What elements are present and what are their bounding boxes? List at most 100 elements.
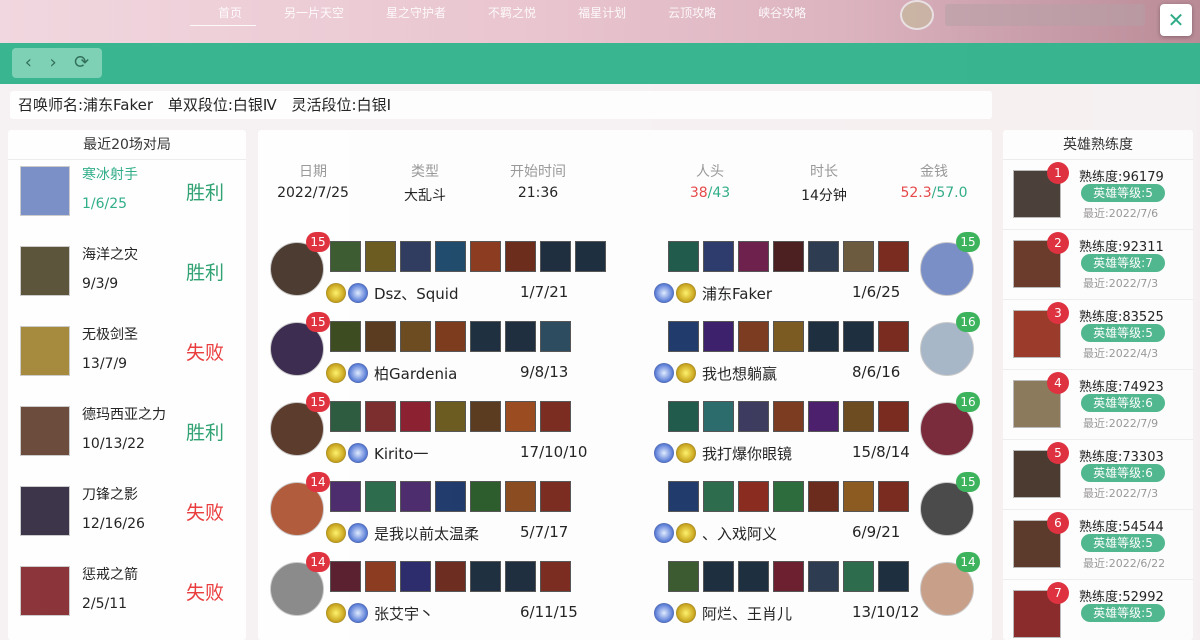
mastery-points: 熟练度:83525 [1079, 310, 1164, 325]
recent-match-item[interactable]: 无极剑圣 13/7/9 失败 [8, 320, 246, 400]
champion-avatar-icon [20, 246, 70, 296]
recent-match-item[interactable]: 寒冰射手 1/6/25 胜利 [8, 160, 246, 240]
mastery-item[interactable]: 2 熟练度:92311 英雄等级:7 最近:2022/7/3 [1003, 230, 1193, 300]
item-slots [668, 561, 909, 592]
player-row[interactable]: 14 阿烂、王肖儿 13/10/12 [654, 552, 986, 632]
snowball-spell-icon [348, 443, 368, 463]
flash-spell-icon [676, 443, 696, 463]
mastery-item[interactable]: 4 熟练度:74923 英雄等级:6 最近:2022/7/9 [1003, 370, 1193, 440]
player-row[interactable]: 15 Kirito一 17/10/10 [270, 392, 600, 472]
item-icon [540, 321, 571, 352]
item-icon [738, 401, 769, 432]
player-name[interactable]: 、入戏阿义 [702, 523, 777, 544]
item-slots [330, 241, 606, 272]
toolbar: ‹ › ⟳ [0, 43, 1200, 84]
item-icon [703, 481, 734, 512]
bg-nav-item[interactable]: 福星计划 [550, 0, 640, 26]
item-icon [843, 321, 874, 352]
item-icon [668, 321, 699, 352]
player-kda: 13/10/12 [852, 603, 920, 621]
item-icon [703, 561, 734, 592]
bg-nav-item[interactable]: 另一片天空 [256, 0, 358, 26]
recent-matches-panel: 最近20场对局 寒冰射手 1/6/25 胜利 海洋之灾 9/3/9 胜利 无极剑圣 13/7/… [8, 130, 246, 640]
item-slots [668, 401, 909, 432]
player-row[interactable]: 15 柏Gardenia 9/8/13 [270, 312, 600, 392]
recent-match-item[interactable]: 刀锋之影 12/16/26 失败 [8, 480, 246, 560]
player-name[interactable]: 柏Gardenia [374, 363, 457, 384]
match-stat-value: 2022/7/25 [277, 185, 349, 201]
refresh-button[interactable]: ⟳ [74, 54, 89, 72]
item-slots [668, 481, 909, 512]
item-icon [330, 561, 361, 592]
mastery-item[interactable]: 5 熟练度:73303 英雄等级:6 最近:2022/7/3 [1003, 440, 1193, 510]
player-name[interactable]: 张艾宇丶 [374, 603, 434, 624]
match-stat: 人头 38/43 [670, 161, 750, 201]
mastery-rank-badge: 2 [1047, 232, 1069, 254]
item-icon [400, 401, 431, 432]
match-result: 失败 [186, 502, 225, 524]
mastery-item[interactable]: 7 熟练度:52992 英雄等级:5 [1003, 580, 1193, 640]
bg-nav-item[interactable]: 星之守护者 [358, 0, 460, 26]
item-icon [365, 321, 396, 352]
item-icon [435, 321, 466, 352]
player-row[interactable]: 15 Dsz、Squid 1/7/21 [270, 232, 606, 312]
champion-level-badge: 14 [306, 472, 330, 492]
bg-nav-item[interactable]: 云顶攻略 [640, 0, 730, 26]
player-name[interactable]: 是我以前太温柔 [374, 523, 479, 544]
player-name[interactable]: 阿烂、王肖儿 [702, 603, 792, 624]
mastery-points: 熟练度:52992 [1079, 590, 1164, 605]
match-stat-label: 类型 [411, 164, 439, 180]
back-button[interactable]: ‹ [25, 54, 32, 72]
summoner-spells [654, 283, 696, 303]
player-name[interactable]: Kirito一 [374, 443, 428, 464]
match-stat-label: 开始时间 [510, 164, 566, 180]
bg-nav-item[interactable]: 首页 [190, 0, 257, 26]
match-stat: 金钱 52.3/57.0 [894, 161, 974, 201]
player-name[interactable]: 我也想躺赢 [702, 363, 777, 384]
last-played: 最近:2022/7/3 [1083, 487, 1159, 500]
mastery-rank-badge: 5 [1047, 442, 1069, 464]
flash-spell-icon [676, 283, 696, 303]
flash-spell-icon [326, 443, 346, 463]
mastery-item[interactable]: 3 熟练度:83525 英雄等级:5 最近:2022/4/3 [1003, 300, 1193, 370]
item-icon [738, 241, 769, 272]
mastery-rank-badge: 3 [1047, 302, 1069, 324]
mastery-item[interactable]: 1 熟练度:96179 英雄等级:5 最近:2022/7/6 [1003, 160, 1193, 230]
match-stat-label: 金钱 [920, 164, 948, 180]
item-icon [365, 561, 396, 592]
recent-match-item[interactable]: 惩戒之箭 2/5/11 失败 [8, 560, 246, 640]
player-row[interactable]: 14 张艾宇丶 6/11/15 [270, 552, 600, 632]
forward-button[interactable]: › [49, 54, 56, 72]
item-icon [330, 241, 361, 272]
player-name[interactable]: 浦东Faker [702, 283, 772, 304]
close-button[interactable]: ✕ [1160, 4, 1192, 36]
bg-nav-item[interactable]: 峡谷攻略 [730, 0, 820, 26]
champion-name: 无极剑圣 [82, 327, 138, 343]
player-row[interactable]: 16 我也想躺赢 8/6/16 [654, 312, 986, 392]
player-row[interactable]: 15 浦东Faker 1/6/25 [654, 232, 986, 312]
mastery-item[interactable]: 6 熟练度:54544 英雄等级:5 最近:2022/6/22 [1003, 510, 1193, 580]
snowball-spell-icon [654, 523, 674, 543]
player-name[interactable]: Dsz、Squid [374, 283, 458, 304]
bg-nav-item[interactable]: 不羁之悦 [460, 0, 550, 26]
mastery-rank-badge: 4 [1047, 372, 1069, 394]
flex-rank: 灵活段位:白银Ⅰ [291, 96, 391, 114]
player-row[interactable]: 14 是我以前太温柔 5/7/17 [270, 472, 600, 552]
item-icon [540, 401, 571, 432]
mastery-points: 熟练度:92311 [1079, 240, 1164, 255]
recent-match-item[interactable]: 德玛西亚之力 10/13/22 胜利 [8, 400, 246, 480]
champion-level-tag: 英雄等级:5 [1081, 604, 1165, 622]
item-icon [703, 321, 734, 352]
item-icon [575, 241, 606, 272]
player-row[interactable]: 15 、入戏阿义 6/9/21 [654, 472, 986, 552]
champion-avatar-icon [20, 326, 70, 376]
item-icon [773, 321, 804, 352]
recent-match-item[interactable]: 海洋之灾 9/3/9 胜利 [8, 240, 246, 320]
item-icon [668, 241, 699, 272]
background-nav: 首页 另一片天空 星之守护者 不羁之悦 福星计划 云顶攻略 峡谷攻略 [190, 0, 820, 26]
player-name[interactable]: 我打爆你眼镜 [702, 443, 792, 464]
player-row[interactable]: 16 我打爆你眼镜 15/8/14 [654, 392, 986, 472]
snowball-spell-icon [654, 283, 674, 303]
match-stat-value: 21:36 [517, 185, 559, 201]
last-played: 最近:2022/6/22 [1083, 557, 1166, 570]
